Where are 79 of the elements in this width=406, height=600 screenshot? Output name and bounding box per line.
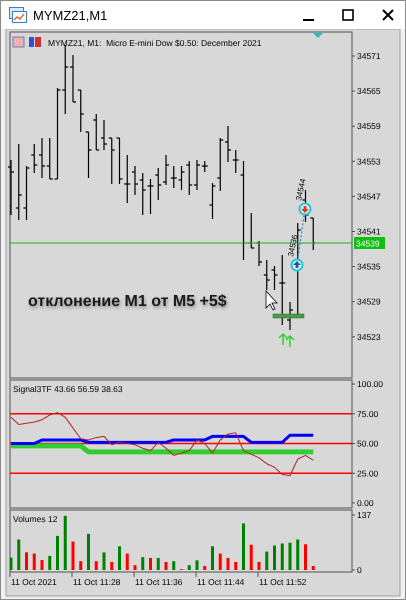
volume-bar (218, 554, 222, 570)
volume-bar (79, 561, 82, 570)
axis-label: 34523 (357, 332, 381, 342)
volume-bar (226, 558, 230, 570)
volume-bar (110, 562, 114, 570)
chart-legend: MYMZ21, M1: Micro E-mini Dow $0.50: December 2021 (48, 38, 262, 48)
level-bar (272, 314, 304, 318)
trade-label: 34544 (294, 178, 308, 202)
volume-bar (203, 566, 206, 570)
down-arrow-marker-icon (298, 202, 312, 216)
axis-label: 100.00 (357, 379, 383, 390)
indicator-title: Signal3TF 43.66 56.59 38.63 (13, 384, 123, 394)
axis-label: 25.00 (357, 468, 378, 478)
maximize-icon (342, 9, 354, 21)
axis-label: 11 Oct 2021 (11, 577, 57, 587)
volume-bar (172, 561, 176, 570)
axis-label: 34547 (357, 191, 381, 202)
axis-label: 34559 (357, 121, 381, 132)
axis-label: 34565 (357, 86, 381, 96)
volume-bar (156, 558, 160, 570)
volume-bar (25, 552, 28, 570)
triangle-icon (313, 33, 323, 38)
axis-label: 50.00 (357, 438, 378, 449)
volume-bar (273, 546, 276, 570)
volume-bar (32, 554, 36, 570)
axis-label: 34553 (357, 156, 381, 166)
axis-label: 137 (357, 510, 372, 520)
axis-label: 11 Oct 11:52 (259, 577, 306, 587)
volume-bar (211, 546, 214, 570)
up-arrow-icon (278, 332, 295, 348)
axis-label: 34541 (357, 226, 381, 236)
volume-bar (234, 562, 238, 570)
annotation-text: отклонение M1 от M5 +5$ (28, 293, 227, 310)
axis-label: 34535 (357, 262, 381, 272)
volume-bar (134, 565, 136, 570)
volume-bar (288, 542, 292, 570)
axis-label: 0 (357, 565, 362, 575)
close-icon (382, 9, 394, 21)
axis-label: 11 Oct 11:36 (135, 577, 182, 587)
volume-bar (118, 546, 121, 570)
volume-bar (196, 560, 198, 570)
trade-label: 34536 (286, 234, 300, 258)
axis-label: 34529 (357, 296, 381, 307)
volume-bar (149, 558, 152, 570)
volume-bar (296, 540, 300, 570)
volume-bar (250, 544, 253, 570)
window-title: MYMZ21,M1 (33, 8, 108, 22)
volume-bar (258, 562, 260, 570)
cursor-icon (266, 290, 278, 311)
volume-bar (141, 557, 144, 570)
volume-bar (17, 540, 20, 570)
chart-window-icon (9, 7, 27, 23)
volume-bar (265, 552, 268, 570)
volume-bar (10, 558, 12, 570)
minimize-icon (302, 18, 314, 20)
axis-label: 34571 (357, 51, 381, 61)
volume-bar (188, 565, 191, 570)
volume-bar (56, 536, 59, 570)
volume-bar (72, 542, 74, 570)
legend-icons-drawing (12, 36, 41, 48)
volume-bar (164, 562, 168, 570)
up-arrow-marker-icon (290, 258, 304, 272)
axis-label: 11 Oct 11:28 (73, 577, 120, 587)
volume-bar (64, 516, 67, 570)
price-tag: 34539 (354, 237, 385, 249)
axis-label: 11 Oct 11:44 (197, 577, 244, 587)
volume-bar (48, 556, 52, 570)
volume-bar (102, 552, 106, 570)
volume-bar (304, 544, 307, 570)
volume-bar (94, 561, 98, 570)
volume-bar (242, 523, 245, 570)
volume-bar (87, 534, 90, 570)
indicator-title: Volumes 12 (13, 514, 58, 524)
volume-bar (312, 566, 315, 570)
axis-label: 0.00 (357, 498, 374, 508)
volume-bar (126, 554, 129, 570)
axis-label: 75.00 (357, 408, 378, 419)
volume-bar (280, 544, 284, 570)
volume-bar (40, 560, 44, 570)
